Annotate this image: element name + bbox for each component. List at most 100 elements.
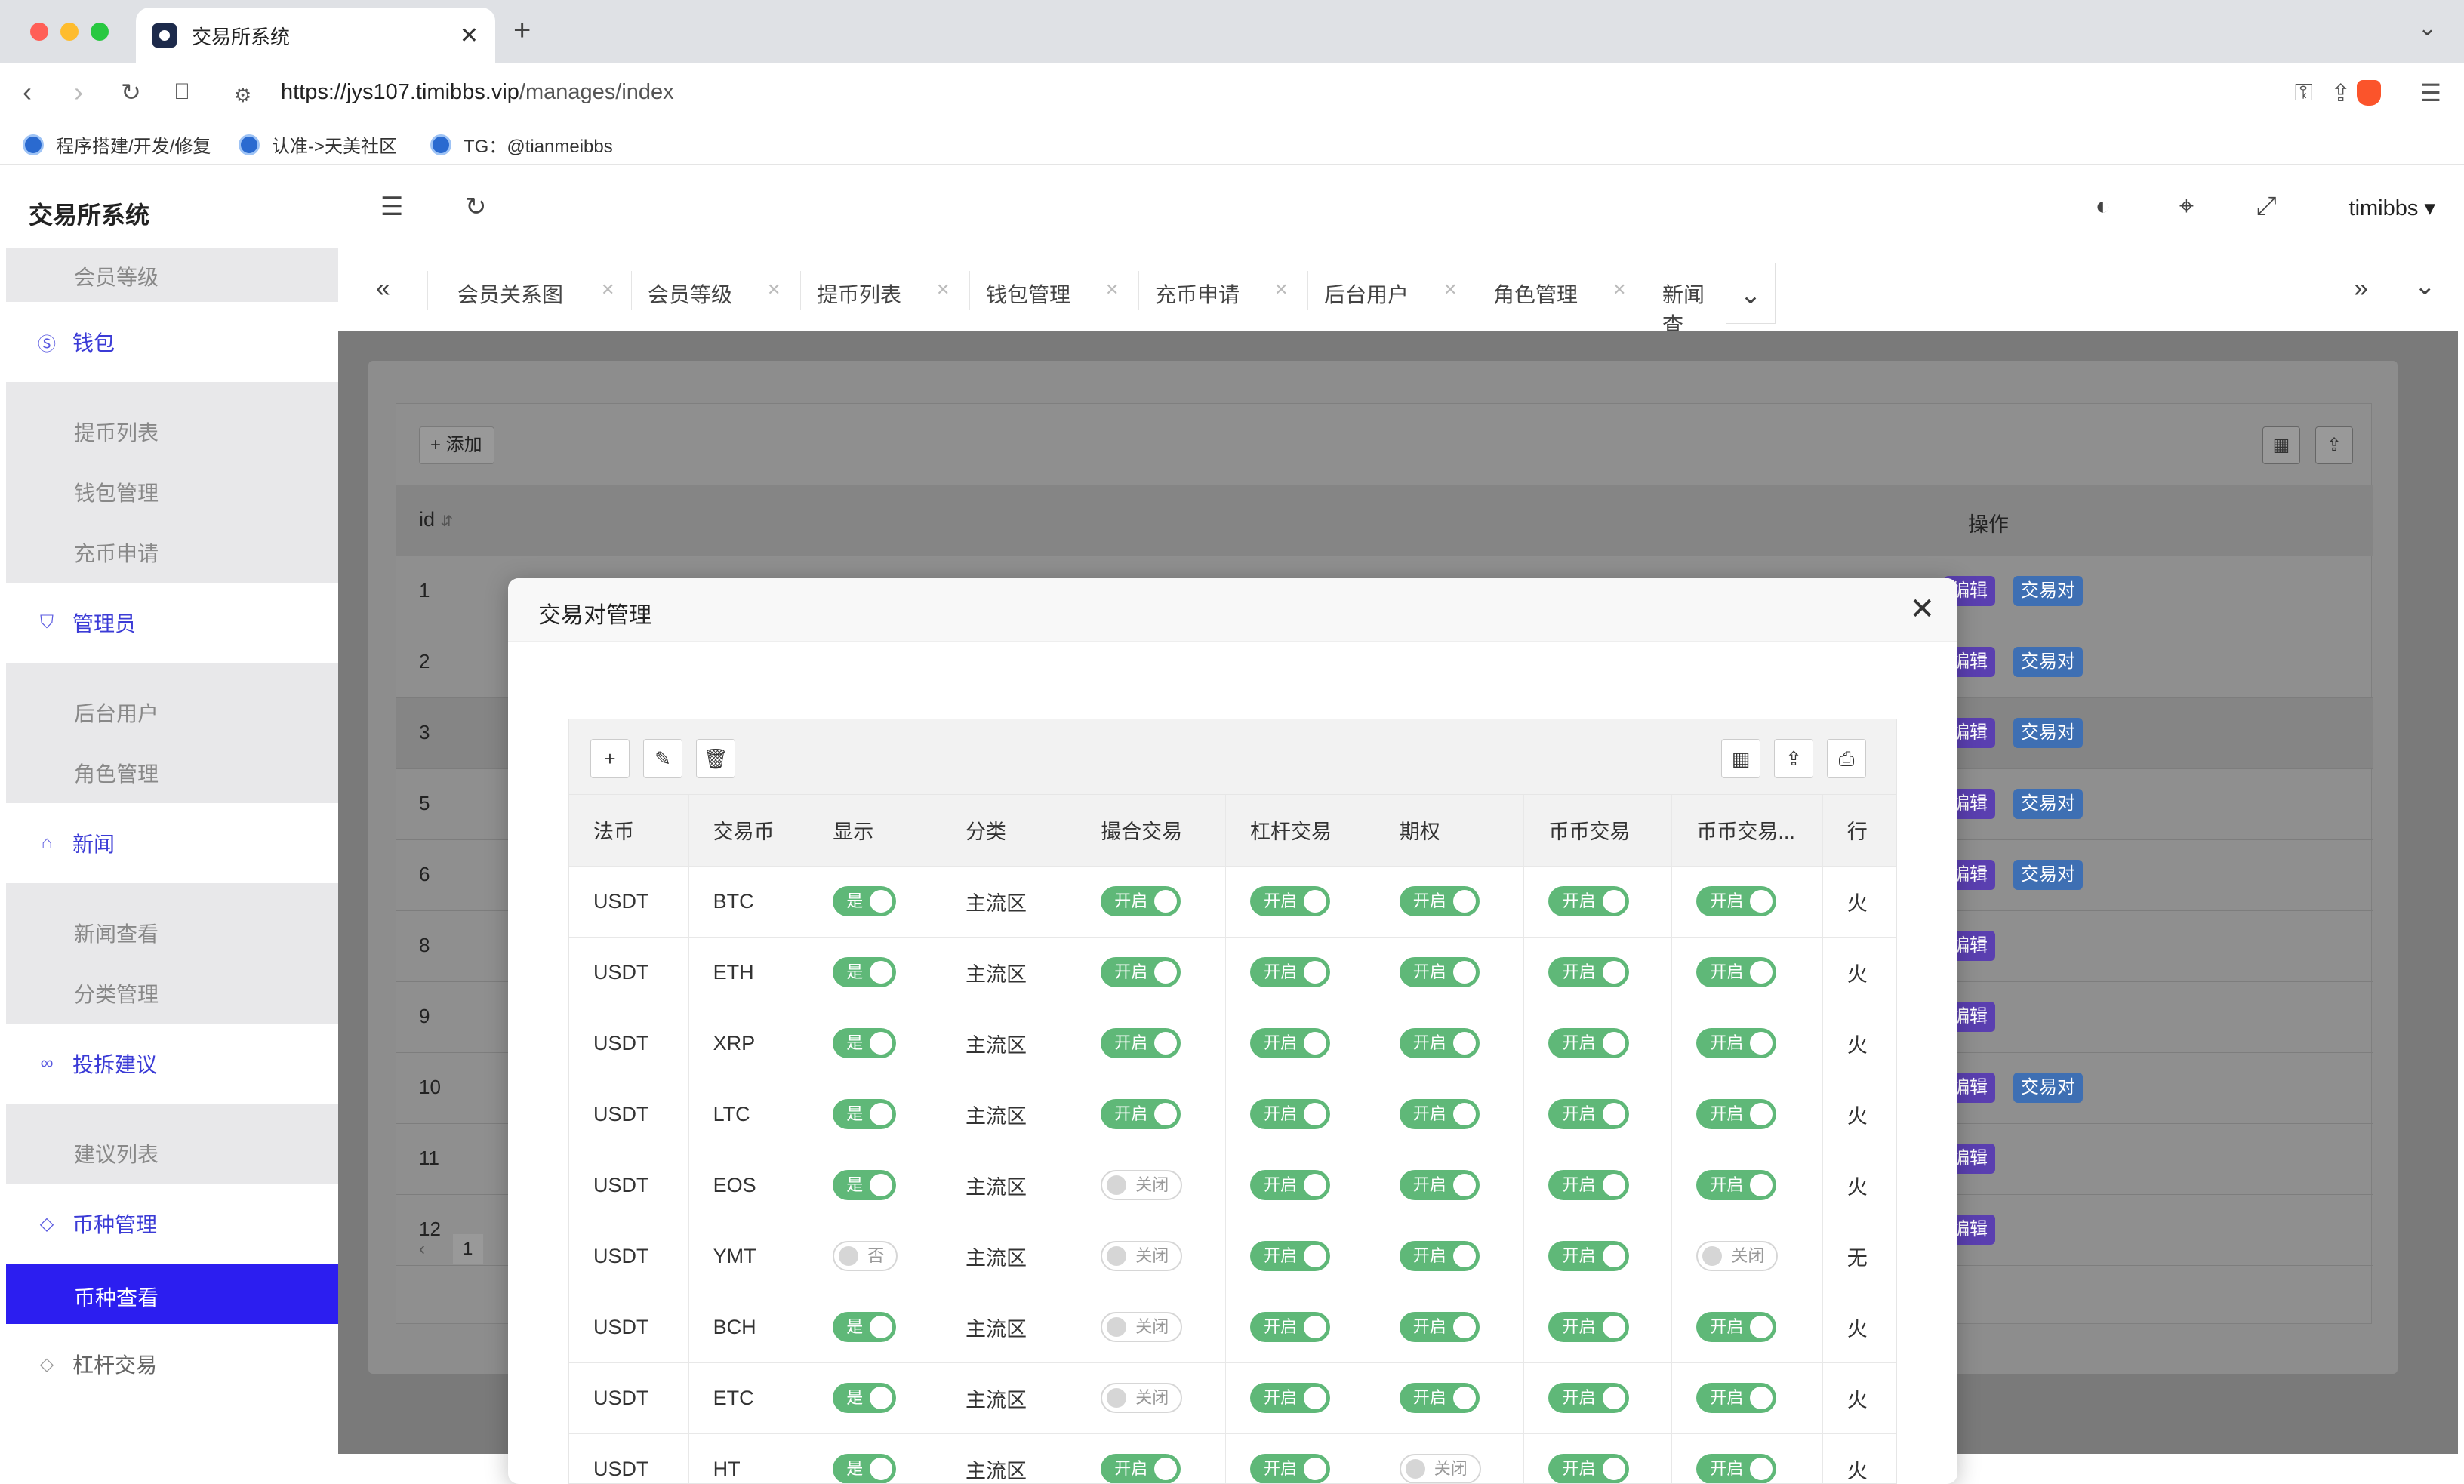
sidebar-item-wallet-mgmt[interactable]: 钱包管理 bbox=[6, 459, 338, 519]
sidebar-item-backend-users[interactable]: 后台用户 bbox=[6, 679, 338, 740]
leverage-trade-toggle[interactable]: 开启 bbox=[1249, 1383, 1330, 1413]
match-trade-toggle[interactable]: 开启 bbox=[1101, 957, 1181, 987]
close-window-button[interactable] bbox=[30, 23, 48, 41]
coin-trade-2-toggle[interactable]: 开启 bbox=[1696, 1170, 1777, 1200]
tab-close-icon[interactable]: ✕ bbox=[1443, 280, 1457, 300]
tab-member-graph[interactable]: 会员关系图 ✕ bbox=[457, 248, 627, 331]
browser-tab[interactable]: 交易所系统 ✕ bbox=[136, 8, 495, 63]
show-toggle[interactable]: 是 bbox=[833, 1383, 897, 1413]
trade-pair-button[interactable]: 交易对 bbox=[2013, 576, 2083, 606]
sidebar-item-roles[interactable]: 角色管理 bbox=[6, 740, 338, 800]
prev-page-icon[interactable]: ‹ bbox=[419, 1239, 425, 1259]
delete-icon[interactable]: 🗑 bbox=[696, 739, 735, 778]
menu-icon[interactable]: ☰ bbox=[2419, 79, 2441, 107]
bookmark-item[interactable]: 认准->天美社区 bbox=[239, 131, 397, 158]
match-trade-toggle[interactable]: 开启 bbox=[1101, 1454, 1181, 1483]
tab-recharge[interactable]: 充币申请 ✕ bbox=[1155, 248, 1321, 331]
coin-trade-2-toggle[interactable]: 开启 bbox=[1696, 1454, 1777, 1483]
leverage-trade-toggle[interactable]: 开启 bbox=[1249, 886, 1330, 916]
fullscreen-icon[interactable]: ⤢ bbox=[2256, 192, 2277, 221]
show-toggle[interactable]: 是 bbox=[833, 886, 897, 916]
coin-trade-2-toggle[interactable]: 关闭 bbox=[1696, 1241, 1779, 1271]
sidebar-item-coin-view[interactable]: 币种查看 bbox=[6, 1264, 338, 1324]
option-toggle[interactable]: 关闭 bbox=[1399, 1454, 1481, 1483]
tab-news[interactable]: 新闻查 bbox=[1662, 248, 1724, 331]
sidebar-group-news[interactable]: ⌂ 新闻 bbox=[6, 803, 338, 883]
sidebar-item-recharge[interactable]: 充币申请 bbox=[6, 519, 338, 580]
add-button[interactable]: + 添加 bbox=[419, 426, 494, 464]
trade-pair-button[interactable]: 交易对 bbox=[2013, 860, 2083, 890]
coin-trade-toggle[interactable]: 开启 bbox=[1548, 1241, 1629, 1271]
tab-close-icon[interactable]: ✕ bbox=[1612, 280, 1626, 300]
coin-trade-toggle[interactable]: 开启 bbox=[1548, 957, 1629, 987]
menu-fold-icon[interactable]: ☰ bbox=[380, 192, 403, 222]
option-toggle[interactable]: 开启 bbox=[1399, 1028, 1480, 1058]
sidebar-item-category[interactable]: 分类管理 bbox=[6, 960, 338, 1021]
trade-pair-button[interactable]: 交易对 bbox=[2013, 789, 2083, 819]
back-icon[interactable]: ‹ bbox=[23, 77, 32, 107]
trade-pair-button[interactable]: 交易对 bbox=[2013, 1073, 2083, 1103]
tabs-scroll-left-icon[interactable]: « bbox=[376, 274, 390, 303]
tab-close-icon[interactable]: ✕ bbox=[1105, 280, 1119, 300]
sidebar-item-withdraw-list[interactable]: 提币列表 bbox=[6, 399, 338, 459]
tabs-scroll-right-icon[interactable]: » bbox=[2354, 274, 2368, 303]
match-trade-toggle[interactable]: 关闭 bbox=[1101, 1383, 1183, 1413]
leverage-trade-toggle[interactable]: 开启 bbox=[1249, 1241, 1330, 1271]
tag-icon[interactable]: ⌖ bbox=[2179, 192, 2194, 221]
option-toggle[interactable]: 开启 bbox=[1399, 1170, 1480, 1200]
tab-close-icon[interactable]: ✕ bbox=[767, 280, 781, 300]
url-field[interactable]: https://jys107.timibbs.vip/manages/index bbox=[281, 80, 674, 105]
bookmark-item[interactable]: TG：@tianmeibbs bbox=[430, 131, 613, 158]
site-settings-icon[interactable]: ⚙ bbox=[234, 80, 251, 110]
sidebar-item-news-view[interactable]: 新闻查看 bbox=[6, 900, 338, 960]
option-toggle[interactable]: 开启 bbox=[1399, 1241, 1480, 1271]
show-toggle[interactable]: 是 bbox=[833, 957, 897, 987]
option-toggle[interactable]: 开启 bbox=[1399, 1099, 1480, 1129]
tab-close-icon[interactable]: ✕ bbox=[936, 280, 950, 300]
coin-trade-2-toggle[interactable]: 开启 bbox=[1696, 1028, 1777, 1058]
match-trade-toggle[interactable]: 开启 bbox=[1101, 1028, 1181, 1058]
coin-trade-toggle[interactable]: 开启 bbox=[1548, 1028, 1629, 1058]
coin-trade-2-toggle[interactable]: 开启 bbox=[1696, 886, 1777, 916]
forward-icon[interactable]: › bbox=[74, 77, 83, 107]
coin-trade-toggle[interactable]: 开启 bbox=[1548, 1099, 1629, 1129]
page-number[interactable]: 1 bbox=[452, 1234, 483, 1264]
coin-trade-toggle[interactable]: 开启 bbox=[1548, 1454, 1629, 1483]
close-icon[interactable]: ✕ bbox=[1909, 592, 1935, 627]
show-toggle[interactable]: 是 bbox=[833, 1170, 897, 1200]
tab-backend-users[interactable]: 后台用户 ✕ bbox=[1324, 248, 1490, 331]
sidebar-group-leverage[interactable]: ◇ 杠杆交易 bbox=[6, 1324, 338, 1404]
show-toggle[interactable]: 是 bbox=[833, 1312, 897, 1342]
tab-list-chevron-icon[interactable]: ⌄ bbox=[2418, 15, 2437, 42]
bookmark-icon[interactable]: ⎕ bbox=[175, 77, 189, 107]
trade-pair-button[interactable]: 交易对 bbox=[2013, 718, 2083, 748]
tab-close-icon[interactable]: ✕ bbox=[1274, 280, 1288, 300]
show-toggle[interactable]: 是 bbox=[833, 1099, 897, 1129]
sidebar-item-suggest-list[interactable]: 建议列表 bbox=[6, 1120, 338, 1181]
columns-icon[interactable]: ▦ bbox=[2262, 426, 2300, 464]
close-tab-icon[interactable]: ✕ bbox=[460, 23, 479, 49]
coin-trade-2-toggle[interactable]: 开启 bbox=[1696, 1383, 1777, 1413]
tabs-dropdown-chevron-icon[interactable]: ⌄ bbox=[1726, 263, 1776, 324]
minimize-window-button[interactable] bbox=[60, 23, 79, 41]
edit-icon[interactable]: ✎ bbox=[643, 739, 682, 778]
coin-trade-toggle[interactable]: 开启 bbox=[1548, 1312, 1629, 1342]
tab-withdraw-list[interactable]: 提币列表 ✕ bbox=[817, 248, 983, 331]
leverage-trade-toggle[interactable]: 开启 bbox=[1249, 1454, 1330, 1483]
zoom-window-button[interactable] bbox=[91, 23, 109, 41]
coin-trade-toggle[interactable]: 开启 bbox=[1548, 1383, 1629, 1413]
export-icon[interactable]: ⇪ bbox=[2315, 426, 2353, 464]
tab-roles[interactable]: 角色管理 ✕ bbox=[1493, 248, 1659, 331]
leverage-trade-toggle[interactable]: 开启 bbox=[1249, 1099, 1330, 1129]
share-icon[interactable]: ⇪ bbox=[2330, 79, 2351, 107]
columns-icon[interactable]: ▦ bbox=[1721, 739, 1760, 778]
refresh-icon[interactable]: ↻ bbox=[465, 192, 487, 222]
id-header[interactable]: id ⇵ bbox=[419, 508, 453, 531]
option-toggle[interactable]: 开启 bbox=[1399, 886, 1480, 916]
coin-trade-toggle[interactable]: 开启 bbox=[1548, 1170, 1629, 1200]
show-toggle[interactable]: 是 bbox=[833, 1028, 897, 1058]
reload-icon[interactable]: ↻ bbox=[121, 77, 141, 107]
match-trade-toggle[interactable]: 关闭 bbox=[1101, 1241, 1183, 1271]
sidebar-group-admin[interactable]: ⛉ 管理员 bbox=[6, 583, 338, 663]
show-toggle[interactable]: 否 bbox=[833, 1241, 898, 1271]
